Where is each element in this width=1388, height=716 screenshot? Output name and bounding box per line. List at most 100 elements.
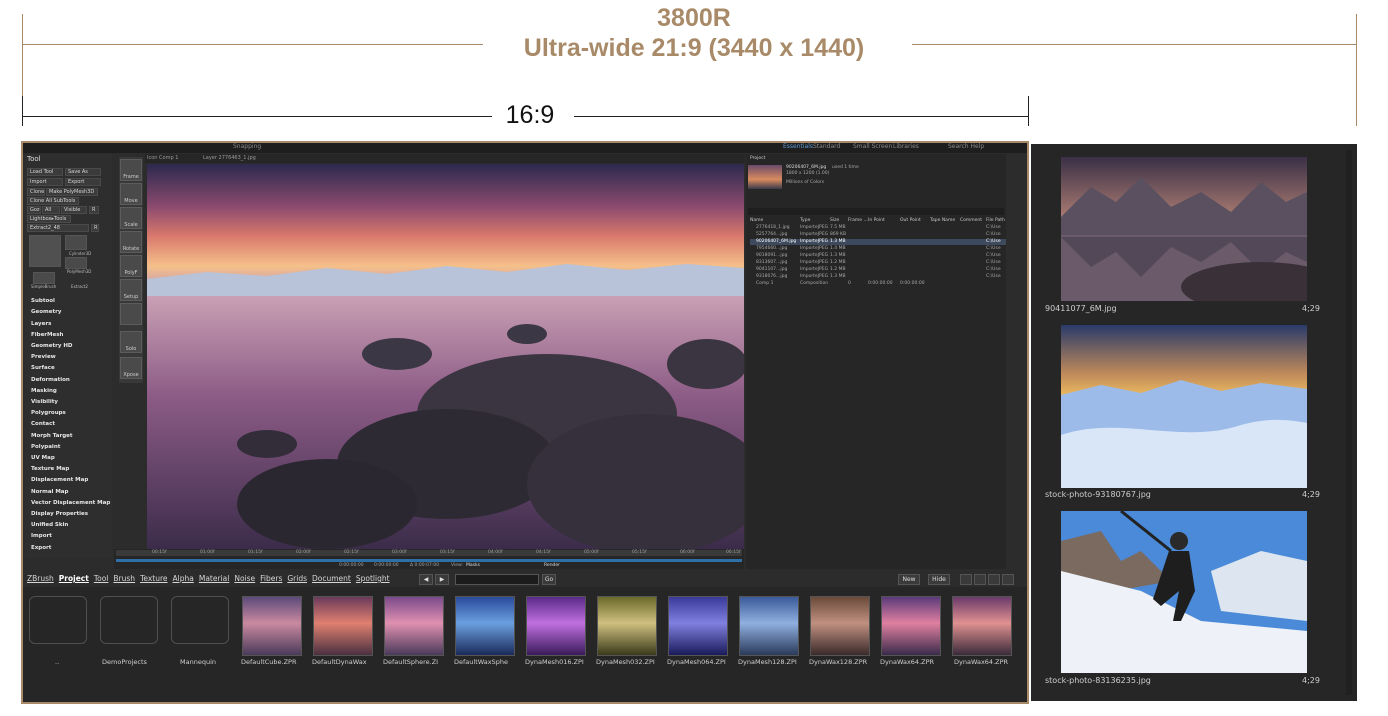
col-size[interactable]: Size: [830, 218, 839, 223]
table-row[interactable]: 9041107...jpg ImporteJPEG 1.2 MB C:\Use: [750, 267, 1006, 273]
make-polymesh-button[interactable]: Make PolyMesh3D: [46, 188, 98, 196]
lb-tab-material[interactable]: Material: [199, 574, 229, 583]
col-path[interactable]: File Path: [986, 218, 1005, 223]
tool-thumb-simplebrush[interactable]: [33, 272, 55, 284]
lb-hide-button[interactable]: Hide: [928, 574, 950, 585]
lb-tab-zbrush[interactable]: ZBrush: [27, 574, 54, 583]
lb-layout-4-button[interactable]: [1002, 574, 1014, 585]
menu-normal-map[interactable]: Normal Map: [31, 489, 68, 495]
media-thumb-snow[interactable]: [1061, 325, 1307, 488]
col-comment[interactable]: Comment: [960, 218, 982, 223]
menu-contact[interactable]: Contact: [31, 421, 55, 427]
comp-tab[interactable]: Icon Comp 1: [147, 155, 178, 161]
menu-display-properties[interactable]: Display Properties: [31, 511, 88, 517]
menu-visibility[interactable]: Visibility: [31, 399, 58, 405]
col-name[interactable]: Name: [750, 218, 763, 223]
goz-all-button[interactable]: All: [42, 206, 60, 214]
menu-layers[interactable]: Layers: [31, 321, 51, 327]
project-thumb[interactable]: [313, 596, 373, 656]
lb-layout-3-button[interactable]: [988, 574, 1000, 585]
viewport-image[interactable]: [147, 164, 744, 549]
menu-subtool[interactable]: Subtool: [31, 298, 55, 304]
frame-tool-button[interactable]: Frame: [120, 159, 142, 181]
menu-geometry-hd[interactable]: Geometry HD: [31, 343, 73, 349]
move-tool-button[interactable]: Move: [120, 183, 142, 205]
table-row[interactable]: 9018091...jpg ImporteJPEG 1.3 MB C:\Use: [750, 253, 1006, 259]
lb-tab-alpha[interactable]: Alpha: [173, 574, 194, 583]
menu-polygroups[interactable]: Polygroups: [31, 410, 66, 416]
xpose-tool-button[interactable]: Xpose: [120, 357, 142, 379]
render-checkbox[interactable]: Render: [544, 563, 560, 568]
col-tape[interactable]: Tape Name: [930, 218, 955, 223]
workspace-small-screen[interactable]: Small Screen: [853, 143, 892, 150]
lb-new-button[interactable]: New: [898, 574, 920, 585]
col-in[interactable]: In Point: [868, 218, 885, 223]
lb-layout-1-button[interactable]: [960, 574, 972, 585]
menu-surface[interactable]: Surface: [31, 365, 55, 371]
project-thumb[interactable]: [668, 596, 728, 656]
clone-all-subtools-button[interactable]: Clone All SubTools: [27, 197, 79, 205]
scale-tool-button[interactable]: Scale: [120, 207, 142, 229]
menu-vector-displacement-map[interactable]: Vector Displacement Map: [31, 500, 110, 506]
lb-tab-project[interactable]: Project: [59, 574, 89, 583]
import-button[interactable]: Import: [27, 178, 63, 186]
lb-search-input[interactable]: [455, 574, 539, 585]
col-frame[interactable]: Frame ...: [848, 218, 868, 223]
project-thumb[interactable]: [455, 596, 515, 656]
polyf-tool-button[interactable]: PolyF: [120, 255, 142, 277]
menu-masking[interactable]: Masking: [31, 388, 57, 394]
menu-polypaint[interactable]: Polypaint: [31, 444, 60, 450]
goz-button[interactable]: Goz: [27, 206, 41, 214]
lb-prev-button[interactable]: ◀: [419, 574, 433, 585]
project-thumb[interactable]: [810, 596, 870, 656]
menu-import[interactable]: Import: [31, 533, 52, 539]
menu-displacement-map[interactable]: Displacement Map: [31, 477, 88, 483]
current-tool-r-button[interactable]: R: [91, 224, 99, 232]
setup-tool-button[interactable]: Setup: [120, 279, 142, 301]
lb-tab-texture[interactable]: Texture: [140, 574, 167, 583]
menu-unified-skin[interactable]: Unified Skin: [31, 522, 68, 528]
table-row-selected[interactable]: 90206407_6M.jpg ImporteJPEG 1.3 MB C:\Use: [750, 239, 1006, 245]
folder-demoprojects[interactable]: [100, 596, 158, 644]
lb-next-button[interactable]: ▶: [435, 574, 449, 585]
project-thumb[interactable]: [384, 596, 444, 656]
lb-tab-grids[interactable]: Grids: [287, 574, 307, 583]
workspace-libraries[interactable]: Libraries: [893, 143, 919, 150]
folder-parent[interactable]: [29, 596, 87, 644]
project-thumb[interactable]: [881, 596, 941, 656]
snapping-toggle[interactable]: Snapping: [233, 143, 261, 150]
blank-tool-button[interactable]: [120, 303, 142, 325]
menu-preview[interactable]: Preview: [31, 354, 56, 360]
rotate-tool-button[interactable]: Rotate: [120, 231, 142, 253]
save-as-button[interactable]: Save As: [65, 168, 101, 176]
menu-morph-target[interactable]: Morph Target: [31, 433, 73, 439]
project-thumb[interactable]: [952, 596, 1012, 656]
lightbox-tools-button[interactable]: Lightbox▸Tools: [27, 215, 71, 223]
lb-tab-spotlight[interactable]: Spotlight: [356, 574, 390, 583]
current-tool-slider[interactable]: Extract2_48: [27, 224, 89, 232]
project-thumb[interactable]: [242, 596, 302, 656]
view-dropdown[interactable]: Masks: [466, 563, 480, 568]
table-row[interactable]: 9318076...jpg ImporteJPEG 1.3 MB C:\Use: [750, 274, 1006, 280]
folder-mannequin[interactable]: [171, 596, 229, 644]
search-help[interactable]: Search Help: [948, 143, 984, 150]
timeline-work-area[interactable]: [116, 559, 742, 562]
lb-tab-tool[interactable]: Tool: [94, 574, 109, 583]
media-scrollbar[interactable]: [1346, 150, 1352, 695]
tool-thumb-cylinder[interactable]: [65, 235, 87, 250]
tool-thumb-extract[interactable]: [29, 235, 61, 267]
table-row[interactable]: 8313607...jpg ImporteJPEG 1.2 MB C:\Use: [750, 260, 1006, 266]
project-search[interactable]: [748, 208, 1004, 215]
table-row[interactable]: 2776418_1.jpg ImporteJPEG 7.5 MB C:\Use: [750, 225, 1006, 231]
layer-tab[interactable]: Layer 2776463_1.jpg: [203, 155, 256, 161]
media-thumb-skier[interactable]: [1061, 511, 1307, 673]
table-row[interactable]: 7954660...jpg ImporteJPEG 1.4 MB C:\Use: [750, 246, 1006, 252]
col-out[interactable]: Out Point: [900, 218, 921, 223]
workspace-essentials[interactable]: Essentials: [783, 143, 813, 150]
menu-texture-map[interactable]: Texture Map: [31, 466, 69, 472]
timeline-ruler[interactable]: 00:15f 01:00f 01:15f 02:00f 02:15f 03:00…: [114, 549, 744, 569]
tool-thumb-polymesh[interactable]: [65, 257, 87, 269]
clone-button[interactable]: Clone: [27, 188, 45, 196]
media-thumb-lake[interactable]: [1061, 157, 1307, 301]
menu-geometry[interactable]: Geometry: [31, 309, 61, 315]
